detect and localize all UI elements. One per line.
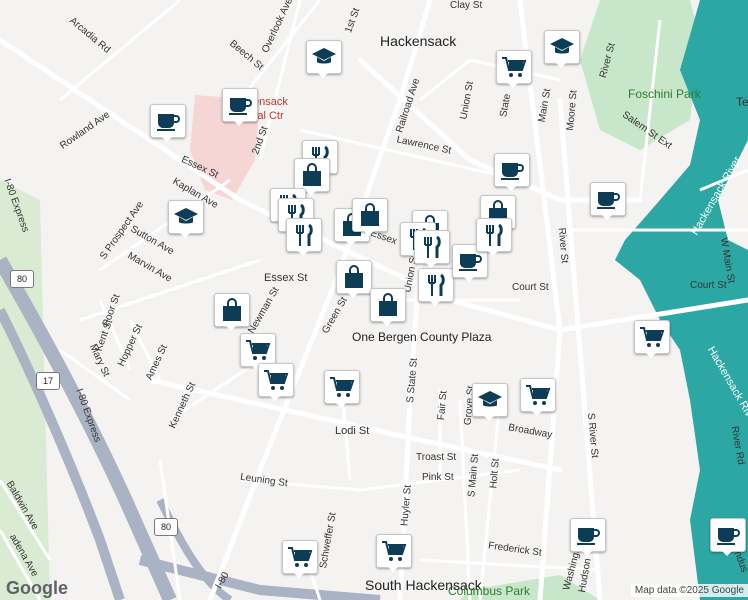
fork-knife-icon: [286, 218, 322, 252]
shopping-cart-icon: [520, 378, 556, 412]
coffee-cup-icon: [494, 153, 530, 187]
fork-knife-icon: [418, 268, 454, 302]
coffee-cup-icon: [710, 518, 746, 552]
poi-marker-grocery[interactable]: [520, 378, 556, 416]
fork-knife-icon: [476, 218, 512, 252]
shopping-cart-icon: [240, 333, 276, 367]
shopping-bag-icon: [336, 260, 372, 294]
poi-marker-grocery[interactable]: [376, 534, 412, 572]
i80-shield: 80: [10, 270, 34, 288]
poi-marker-restaurant[interactable]: [418, 268, 454, 306]
poi-marker-school[interactable]: [472, 383, 508, 421]
poi-marker-restaurant[interactable]: [286, 218, 322, 256]
poi-marker-restaurant[interactable]: [414, 230, 450, 268]
shopping-cart-icon: [496, 50, 532, 84]
poi-marker-grocery[interactable]: [258, 363, 294, 401]
poi-marker-grocery[interactable]: [282, 540, 318, 578]
coffee-cup-icon: [570, 518, 606, 552]
poi-marker-coffee[interactable]: [150, 104, 186, 142]
poi-marker-grocery[interactable]: [634, 320, 670, 358]
graduation-cap-icon: [472, 383, 508, 417]
poi-marker-shopping[interactable]: [336, 260, 372, 298]
coffee-cup-icon: [222, 88, 258, 122]
poi-marker-restaurant[interactable]: [476, 218, 512, 256]
coffee-cup-icon: [150, 104, 186, 138]
shopping-cart-icon: [634, 320, 670, 354]
graduation-cap-icon: [306, 40, 342, 74]
poi-marker-shopping[interactable]: [214, 293, 250, 331]
shopping-cart-icon: [324, 370, 360, 404]
route-17-shield: 17: [36, 372, 60, 390]
i80-shield: 80: [154, 518, 178, 536]
shopping-cart-icon: [282, 540, 318, 574]
shopping-bag-icon: [352, 198, 388, 232]
poi-marker-school[interactable]: [168, 200, 204, 238]
graduation-cap-icon: [544, 30, 580, 64]
poi-marker-shopping[interactable]: [370, 288, 406, 326]
map-attribution[interactable]: Map data ©2025 Google: [630, 584, 748, 597]
shopping-bag-icon: [370, 288, 406, 322]
map-canvas[interactable]: Hackensack South Hackensack Hackensack M…: [0, 0, 748, 600]
poi-marker-grocery[interactable]: [324, 370, 360, 408]
shopping-cart-icon: [376, 534, 412, 568]
fork-knife-icon: [414, 230, 450, 264]
poi-marker-coffee[interactable]: [590, 182, 626, 220]
shopping-cart-icon: [258, 363, 294, 397]
google-logo: Google: [6, 578, 68, 598]
poi-marker-school[interactable]: [544, 30, 580, 68]
poi-marker-coffee[interactable]: [222, 88, 258, 126]
poi-marker-coffee[interactable]: [494, 153, 530, 191]
poi-marker-shopping[interactable]: [352, 198, 388, 236]
shopping-bag-icon: [294, 158, 330, 192]
poi-marker-coffee[interactable]: [570, 518, 606, 556]
poi-marker-grocery[interactable]: [496, 50, 532, 88]
graduation-cap-icon: [168, 200, 204, 234]
shopping-bag-icon: [214, 293, 250, 327]
poi-marker-school[interactable]: [306, 40, 342, 78]
poi-marker-coffee[interactable]: [710, 518, 746, 556]
coffee-cup-icon: [590, 182, 626, 216]
